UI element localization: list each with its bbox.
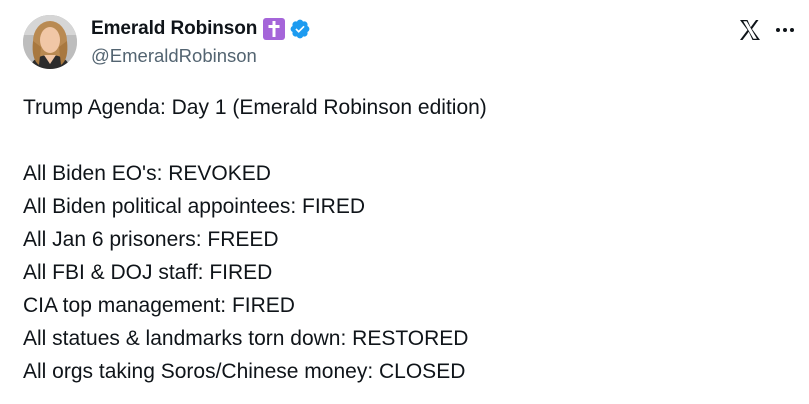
- tweet-line: All FBI & DOJ staff: FIRED: [23, 261, 273, 284]
- x-logo-icon[interactable]: [738, 18, 762, 42]
- tweet-line: All Jan 6 prisoners: FREED: [23, 228, 279, 251]
- author-handle[interactable]: @EmeraldRobinson: [91, 45, 257, 67]
- more-horizontal-icon-dot: [790, 28, 794, 32]
- tweet-line: All orgs taking Soros/Chinese money: CLO…: [23, 360, 466, 383]
- tweet-line: CIA top management: FIRED: [23, 294, 295, 317]
- tweet-line: All Biden political appointees: FIRED: [23, 195, 366, 218]
- more-horizontal-icon-dot: [783, 28, 787, 32]
- tweet-line: Trump Agenda: Day 1 (Emerald Robinson ed…: [23, 96, 487, 119]
- avatar-photo-icon: [23, 15, 77, 69]
- latin-cross-emoji-icon: [263, 18, 286, 40]
- tweet-card: Emerald Robinson @EmeraldRobinson Trump …: [0, 0, 809, 404]
- author-name-row: Emerald Robinson: [91, 16, 311, 42]
- tweet-line: All statues & landmarks torn down: RESTO…: [23, 327, 469, 350]
- more-horizontal-icon-dot: [776, 28, 780, 32]
- tweet-line: All Biden EO's: REVOKED: [23, 162, 271, 185]
- author-display-name[interactable]: Emerald Robinson: [91, 18, 257, 40]
- verified-check-icon[interactable]: [289, 18, 311, 40]
- tweet-text: Trump Agenda: Day 1 (Emerald Robinson ed…: [23, 91, 793, 388]
- author-avatar[interactable]: [23, 15, 77, 69]
- more-options-button[interactable]: [772, 18, 798, 42]
